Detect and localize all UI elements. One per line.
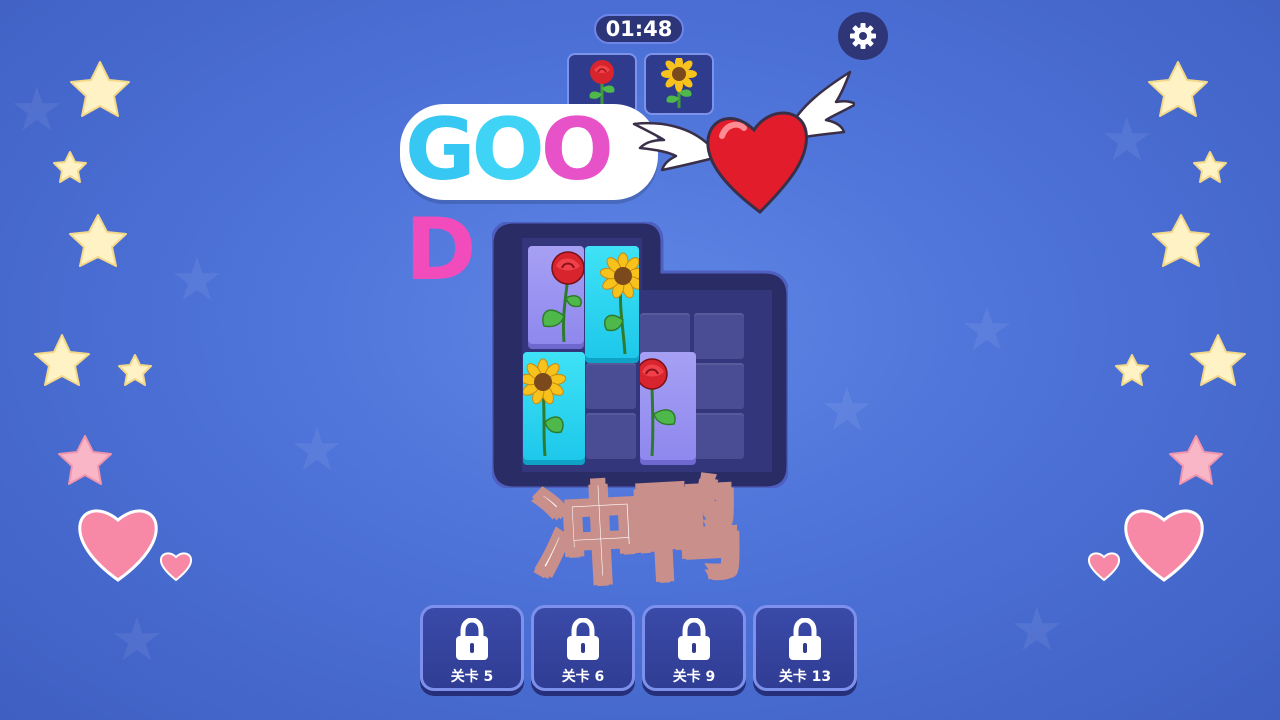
level-label: 关卡 5	[450, 669, 494, 685]
heart-icon	[78, 509, 158, 582]
gear-icon	[850, 23, 876, 49]
sunflower-block[interactable]	[523, 352, 585, 460]
cheer-slogan: 冲鸭	[529, 464, 739, 601]
board-cell[interactable]	[694, 313, 744, 359]
rose-block[interactable]	[640, 352, 696, 460]
lock-icon	[567, 618, 599, 660]
settings-button[interactable]	[838, 12, 888, 60]
star-icon	[53, 151, 87, 183]
right-decoration	[1087, 61, 1246, 582]
lock-icon	[789, 618, 821, 660]
star-icon	[1115, 354, 1149, 386]
level-button-9[interactable]: 关卡 9	[642, 605, 746, 691]
puzzle-board	[492, 222, 788, 488]
level-label: 关卡 9	[672, 669, 716, 685]
star-icon	[1152, 214, 1210, 267]
level-button-6[interactable]: 关卡 6	[531, 605, 635, 691]
star-icon	[70, 61, 130, 117]
left-decoration	[34, 61, 193, 582]
good-feedback-text: GOOD	[405, 100, 655, 300]
level-label: 关卡 6	[561, 669, 605, 685]
star-icon	[69, 214, 127, 267]
background-star-icon: ★	[820, 375, 874, 445]
board-cell[interactable]	[694, 413, 744, 459]
level-button-5[interactable]: 关卡 5	[420, 605, 524, 691]
heart-icon	[159, 552, 193, 582]
star-icon	[58, 435, 112, 485]
good-letter: O	[471, 100, 545, 200]
sunflower-icon	[599, 252, 639, 355]
star-icon	[118, 354, 152, 386]
board-cell[interactable]	[694, 363, 744, 409]
star-icon	[34, 334, 90, 386]
countdown-timer: 01:48	[594, 14, 684, 44]
good-letter: G	[405, 100, 476, 200]
sunflower-icon	[523, 358, 567, 457]
board-cell[interactable]	[586, 363, 636, 409]
heart-icon	[1087, 552, 1121, 582]
sunflower-block[interactable]	[585, 246, 639, 358]
lock-icon	[678, 618, 710, 660]
winged-heart-icon	[632, 70, 855, 214]
rose-block[interactable]	[528, 246, 584, 344]
star-icon	[1169, 435, 1223, 485]
star-icon	[1193, 151, 1227, 183]
rose-icon	[640, 358, 676, 457]
level-label: 关卡 13	[778, 669, 832, 685]
good-letter: O	[540, 100, 614, 200]
background-star-icon: ★	[960, 295, 1014, 365]
board-cell[interactable]	[586, 413, 636, 459]
star-icon	[1148, 61, 1208, 117]
star-icon	[1190, 334, 1246, 386]
good-letter: D	[405, 200, 476, 300]
background-star-icon: ★	[110, 605, 164, 675]
background-star-icon: ★	[290, 415, 344, 485]
level-button-13[interactable]: 关卡 13	[753, 605, 857, 691]
heart-icon	[1124, 509, 1204, 582]
background-star-icon: ★	[1010, 595, 1064, 665]
rose-icon	[542, 251, 584, 343]
lock-icon	[456, 618, 488, 660]
